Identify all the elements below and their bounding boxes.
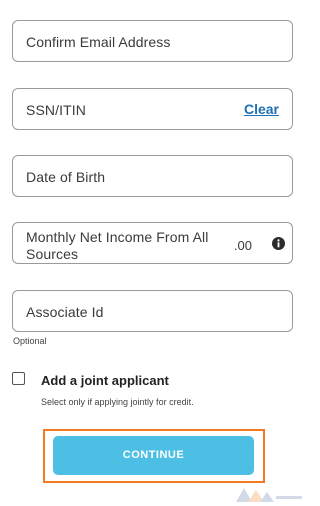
- date-of-birth-placeholder: Date of Birth: [26, 169, 106, 185]
- joint-applicant-checkbox[interactable]: [12, 372, 25, 385]
- clear-ssn-link[interactable]: Clear: [244, 101, 279, 117]
- associate-id-field[interactable]: Associate Id: [12, 290, 293, 332]
- associate-id-optional-hint: Optional: [13, 336, 47, 346]
- date-of-birth-field[interactable]: Date of Birth: [12, 155, 293, 197]
- watermark-logo: [236, 488, 302, 502]
- confirm-email-field[interactable]: Confirm Email Address: [12, 20, 293, 62]
- continue-button[interactable]: CONTINUE: [53, 436, 254, 475]
- joint-applicant-hint: Select only if applying jointly for cred…: [41, 397, 194, 407]
- info-icon[interactable]: [272, 237, 285, 250]
- joint-applicant-label[interactable]: Add a joint applicant: [41, 373, 169, 388]
- ssn-itin-field[interactable]: SSN/ITIN Clear: [12, 88, 293, 130]
- confirm-email-placeholder: Confirm Email Address: [26, 34, 171, 50]
- monthly-income-field[interactable]: Monthly Net Income From All Sources .00: [12, 222, 293, 264]
- income-cents-suffix: .00: [233, 238, 252, 253]
- application-form: Confirm Email Address SSN/ITIN Clear Dat…: [0, 0, 308, 506]
- associate-id-placeholder: Associate Id: [26, 304, 104, 320]
- monthly-income-placeholder: Monthly Net Income From All Sources: [26, 229, 209, 262]
- ssn-itin-placeholder: SSN/ITIN: [26, 102, 86, 118]
